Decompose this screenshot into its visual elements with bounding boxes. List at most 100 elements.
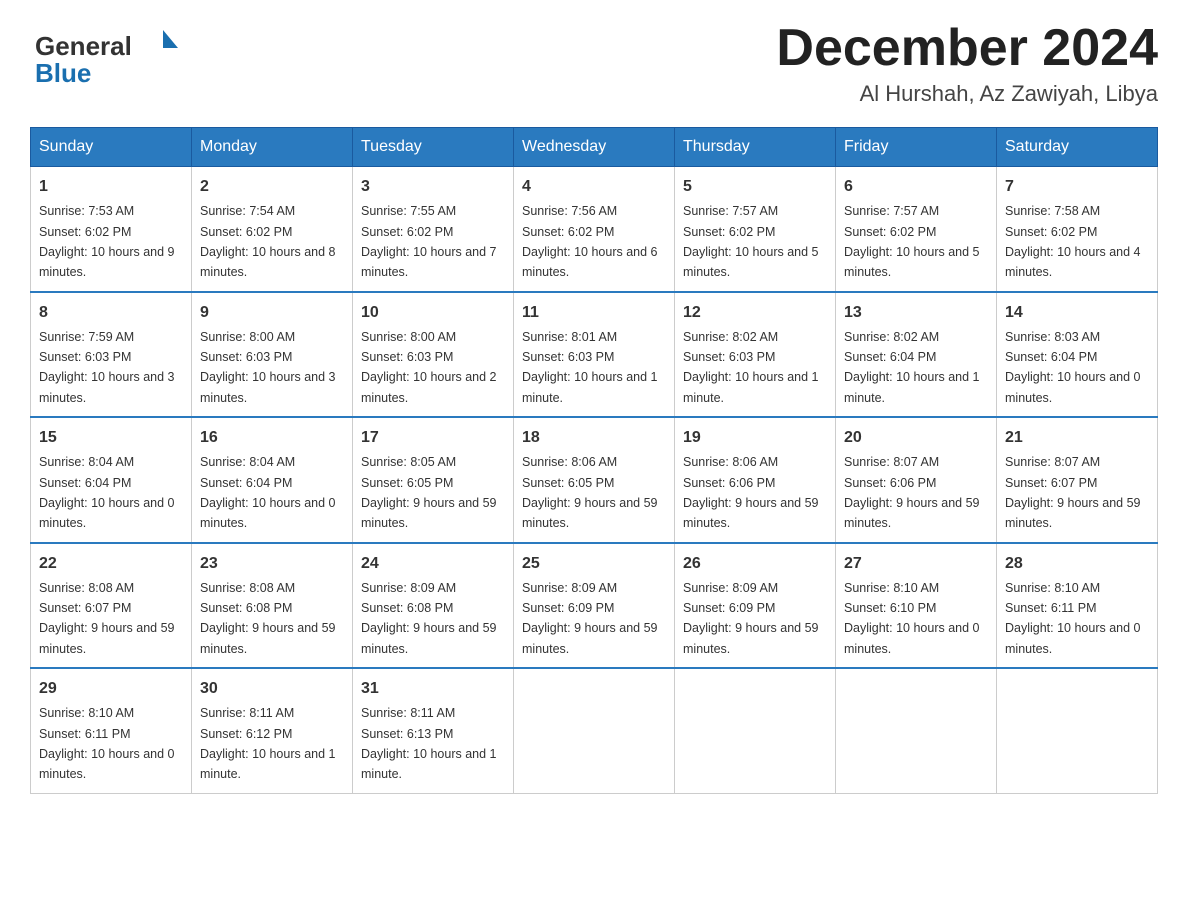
calendar-day-cell: 18 Sunrise: 8:06 AMSunset: 6:05 PMDaylig… — [514, 417, 675, 543]
header-tuesday: Tuesday — [353, 128, 514, 167]
calendar-day-cell — [836, 668, 997, 793]
day-info: Sunrise: 8:07 AMSunset: 6:06 PMDaylight:… — [844, 455, 980, 530]
day-number: 7 — [1005, 175, 1149, 199]
day-number: 14 — [1005, 301, 1149, 325]
day-info: Sunrise: 8:09 AMSunset: 6:08 PMDaylight:… — [361, 581, 497, 656]
day-number: 12 — [683, 301, 827, 325]
day-number: 23 — [200, 552, 344, 576]
calendar-day-cell: 21 Sunrise: 8:07 AMSunset: 6:07 PMDaylig… — [997, 417, 1158, 543]
day-number: 11 — [522, 301, 666, 325]
day-number: 18 — [522, 426, 666, 450]
calendar-day-cell: 11 Sunrise: 8:01 AMSunset: 6:03 PMDaylig… — [514, 292, 675, 418]
calendar-header-row: Sunday Monday Tuesday Wednesday Thursday… — [31, 128, 1158, 167]
day-number: 16 — [200, 426, 344, 450]
calendar-day-cell: 31 Sunrise: 8:11 AMSunset: 6:13 PMDaylig… — [353, 668, 514, 793]
header-thursday: Thursday — [675, 128, 836, 167]
calendar-day-cell — [997, 668, 1158, 793]
day-number: 28 — [1005, 552, 1149, 576]
calendar-day-cell: 14 Sunrise: 8:03 AMSunset: 6:04 PMDaylig… — [997, 292, 1158, 418]
calendar-day-cell: 29 Sunrise: 8:10 AMSunset: 6:11 PMDaylig… — [31, 668, 192, 793]
calendar-week-row: 29 Sunrise: 8:10 AMSunset: 6:11 PMDaylig… — [31, 668, 1158, 793]
day-info: Sunrise: 7:57 AMSunset: 6:02 PMDaylight:… — [844, 204, 980, 279]
calendar-day-cell: 17 Sunrise: 8:05 AMSunset: 6:05 PMDaylig… — [353, 417, 514, 543]
page-header: General Blue December 2024 Al Hurshah, A… — [30, 20, 1158, 107]
day-number: 15 — [39, 426, 183, 450]
day-info: Sunrise: 8:11 AMSunset: 6:13 PMDaylight:… — [361, 706, 497, 781]
day-info: Sunrise: 8:08 AMSunset: 6:08 PMDaylight:… — [200, 581, 336, 656]
header-sunday: Sunday — [31, 128, 192, 167]
day-number: 31 — [361, 677, 505, 701]
day-number: 22 — [39, 552, 183, 576]
day-number: 17 — [361, 426, 505, 450]
day-info: Sunrise: 8:06 AMSunset: 6:06 PMDaylight:… — [683, 455, 819, 530]
calendar-day-cell: 20 Sunrise: 8:07 AMSunset: 6:06 PMDaylig… — [836, 417, 997, 543]
day-number: 8 — [39, 301, 183, 325]
calendar-day-cell: 26 Sunrise: 8:09 AMSunset: 6:09 PMDaylig… — [675, 543, 836, 669]
day-info: Sunrise: 8:10 AMSunset: 6:10 PMDaylight:… — [844, 581, 980, 656]
logo-svg: General Blue — [30, 20, 190, 90]
day-number: 3 — [361, 175, 505, 199]
calendar-day-cell: 19 Sunrise: 8:06 AMSunset: 6:06 PMDaylig… — [675, 417, 836, 543]
header-friday: Friday — [836, 128, 997, 167]
svg-text:Blue: Blue — [35, 58, 91, 88]
day-info: Sunrise: 8:02 AMSunset: 6:04 PMDaylight:… — [844, 330, 980, 405]
calendar-table: Sunday Monday Tuesday Wednesday Thursday… — [30, 127, 1158, 794]
calendar-day-cell: 15 Sunrise: 8:04 AMSunset: 6:04 PMDaylig… — [31, 417, 192, 543]
day-info: Sunrise: 8:02 AMSunset: 6:03 PMDaylight:… — [683, 330, 819, 405]
day-number: 25 — [522, 552, 666, 576]
day-number: 30 — [200, 677, 344, 701]
day-number: 29 — [39, 677, 183, 701]
svg-text:General: General — [35, 31, 132, 61]
calendar-day-cell: 25 Sunrise: 8:09 AMSunset: 6:09 PMDaylig… — [514, 543, 675, 669]
day-info: Sunrise: 7:58 AMSunset: 6:02 PMDaylight:… — [1005, 204, 1141, 279]
day-number: 10 — [361, 301, 505, 325]
calendar-day-cell — [514, 668, 675, 793]
day-info: Sunrise: 7:55 AMSunset: 6:02 PMDaylight:… — [361, 204, 497, 279]
day-number: 5 — [683, 175, 827, 199]
day-info: Sunrise: 8:00 AMSunset: 6:03 PMDaylight:… — [361, 330, 497, 405]
day-info: Sunrise: 7:56 AMSunset: 6:02 PMDaylight:… — [522, 204, 658, 279]
location-title: Al Hurshah, Az Zawiyah, Libya — [776, 81, 1158, 107]
day-info: Sunrise: 8:11 AMSunset: 6:12 PMDaylight:… — [200, 706, 336, 781]
calendar-day-cell: 30 Sunrise: 8:11 AMSunset: 6:12 PMDaylig… — [192, 668, 353, 793]
header-monday: Monday — [192, 128, 353, 167]
calendar-day-cell: 8 Sunrise: 7:59 AMSunset: 6:03 PMDayligh… — [31, 292, 192, 418]
day-info: Sunrise: 8:09 AMSunset: 6:09 PMDaylight:… — [683, 581, 819, 656]
day-info: Sunrise: 8:08 AMSunset: 6:07 PMDaylight:… — [39, 581, 175, 656]
day-info: Sunrise: 7:53 AMSunset: 6:02 PMDaylight:… — [39, 204, 175, 279]
day-info: Sunrise: 8:00 AMSunset: 6:03 PMDaylight:… — [200, 330, 336, 405]
calendar-day-cell: 23 Sunrise: 8:08 AMSunset: 6:08 PMDaylig… — [192, 543, 353, 669]
day-info: Sunrise: 8:09 AMSunset: 6:09 PMDaylight:… — [522, 581, 658, 656]
calendar-day-cell: 12 Sunrise: 8:02 AMSunset: 6:03 PMDaylig… — [675, 292, 836, 418]
day-number: 1 — [39, 175, 183, 199]
day-number: 13 — [844, 301, 988, 325]
calendar-day-cell — [675, 668, 836, 793]
month-title: December 2024 — [776, 20, 1158, 77]
calendar-day-cell: 3 Sunrise: 7:55 AMSunset: 6:02 PMDayligh… — [353, 167, 514, 292]
day-info: Sunrise: 8:10 AMSunset: 6:11 PMDaylight:… — [1005, 581, 1141, 656]
day-info: Sunrise: 7:57 AMSunset: 6:02 PMDaylight:… — [683, 204, 819, 279]
day-number: 26 — [683, 552, 827, 576]
day-info: Sunrise: 8:01 AMSunset: 6:03 PMDaylight:… — [522, 330, 658, 405]
calendar-day-cell: 16 Sunrise: 8:04 AMSunset: 6:04 PMDaylig… — [192, 417, 353, 543]
calendar-day-cell: 9 Sunrise: 8:00 AMSunset: 6:03 PMDayligh… — [192, 292, 353, 418]
day-info: Sunrise: 8:05 AMSunset: 6:05 PMDaylight:… — [361, 455, 497, 530]
day-number: 20 — [844, 426, 988, 450]
calendar-day-cell: 10 Sunrise: 8:00 AMSunset: 6:03 PMDaylig… — [353, 292, 514, 418]
day-number: 19 — [683, 426, 827, 450]
header-wednesday: Wednesday — [514, 128, 675, 167]
calendar-week-row: 15 Sunrise: 8:04 AMSunset: 6:04 PMDaylig… — [31, 417, 1158, 543]
calendar-day-cell: 27 Sunrise: 8:10 AMSunset: 6:10 PMDaylig… — [836, 543, 997, 669]
day-info: Sunrise: 8:03 AMSunset: 6:04 PMDaylight:… — [1005, 330, 1141, 405]
day-number: 27 — [844, 552, 988, 576]
day-number: 2 — [200, 175, 344, 199]
logo: General Blue — [30, 20, 190, 90]
calendar-week-row: 1 Sunrise: 7:53 AMSunset: 6:02 PMDayligh… — [31, 167, 1158, 292]
day-number: 24 — [361, 552, 505, 576]
title-section: December 2024 Al Hurshah, Az Zawiyah, Li… — [776, 20, 1158, 107]
calendar-day-cell: 2 Sunrise: 7:54 AMSunset: 6:02 PMDayligh… — [192, 167, 353, 292]
calendar-day-cell: 1 Sunrise: 7:53 AMSunset: 6:02 PMDayligh… — [31, 167, 192, 292]
calendar-day-cell: 28 Sunrise: 8:10 AMSunset: 6:11 PMDaylig… — [997, 543, 1158, 669]
day-info: Sunrise: 7:54 AMSunset: 6:02 PMDaylight:… — [200, 204, 336, 279]
day-info: Sunrise: 8:06 AMSunset: 6:05 PMDaylight:… — [522, 455, 658, 530]
